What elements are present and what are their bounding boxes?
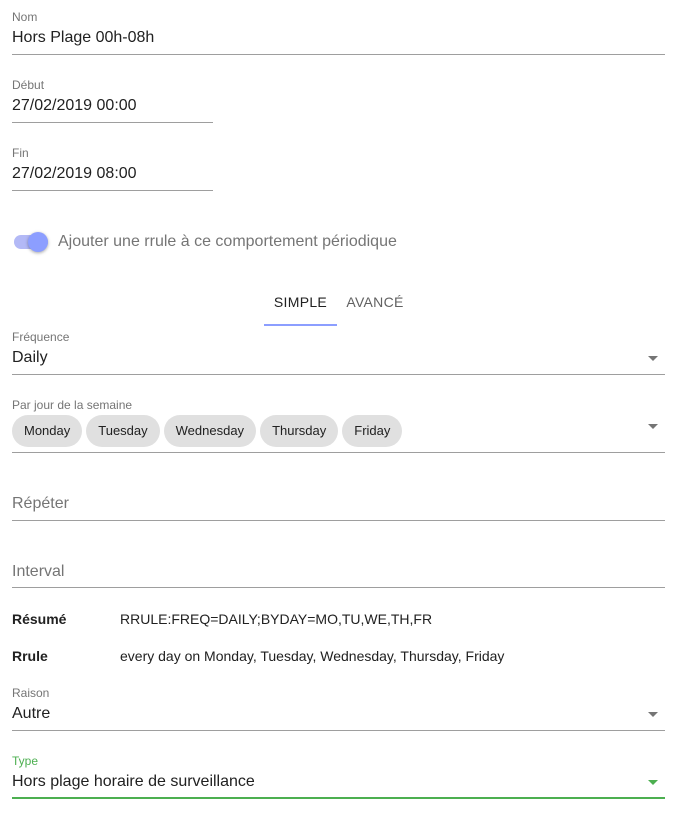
tab-avance[interactable]: AVANCÉ [341,294,409,310]
repeter-underline [12,520,665,521]
chip-friday[interactable]: Friday [342,415,403,447]
rrule-toggle-thumb[interactable] [28,232,48,252]
interval-input[interactable]: Interval [12,562,64,582]
tab-active-indicator [264,324,337,326]
rrule-label: Rrule [12,648,48,664]
raison-underline [12,730,665,731]
chip-tuesday[interactable]: Tuesday [86,415,160,447]
type-underline [12,797,665,799]
debut-underline [12,122,213,123]
caret-down-icon[interactable] [648,712,658,717]
resume-value: RRULE:FREQ=DAILY;BYDAY=MO,TU,WE,TH,FR [120,611,433,627]
frequence-label: Fréquence [12,330,70,344]
form-page: Nom Hors Plage 00h-08h Début 27/02/2019 … [0,0,679,816]
type-select[interactable]: Hors plage horaire de surveillance [12,772,255,792]
rrule-toggle-label: Ajouter une rrule à ce comportement péri… [58,233,397,250]
caret-down-icon[interactable] [648,424,658,429]
debut-input[interactable]: 27/02/2019 00:00 [12,96,137,116]
resume-label: Résumé [12,611,67,627]
fin-input[interactable]: 27/02/2019 08:00 [12,164,137,184]
nom-underline [12,54,665,55]
rrule-value: every day on Monday, Tuesday, Wednesday,… [120,648,505,664]
chip-wednesday[interactable]: Wednesday [163,415,257,447]
par-jour-label: Par jour de la semaine [12,398,133,412]
chip-thursday[interactable]: Thursday [260,415,339,447]
par-jour-underline [12,452,665,453]
nom-input[interactable]: Hors Plage 00h-08h [12,28,154,48]
chip-monday[interactable]: Monday [12,415,83,447]
tab-simple[interactable]: SIMPLE [264,294,337,310]
nom-label: Nom [12,10,38,24]
caret-down-icon[interactable] [648,356,658,361]
type-label: Type [12,754,39,768]
interval-underline [12,587,665,588]
caret-down-icon[interactable] [648,780,658,785]
debut-label: Début [12,78,45,92]
repeter-input[interactable]: Répéter [12,494,69,514]
frequence-select[interactable]: Daily [12,348,48,368]
raison-select[interactable]: Autre [12,704,50,724]
raison-label: Raison [12,686,50,700]
frequence-underline [12,374,665,375]
fin-label: Fin [12,146,29,160]
weekday-chips: Monday Tuesday Wednesday Thursday Friday [12,415,403,447]
fin-underline [12,190,213,191]
